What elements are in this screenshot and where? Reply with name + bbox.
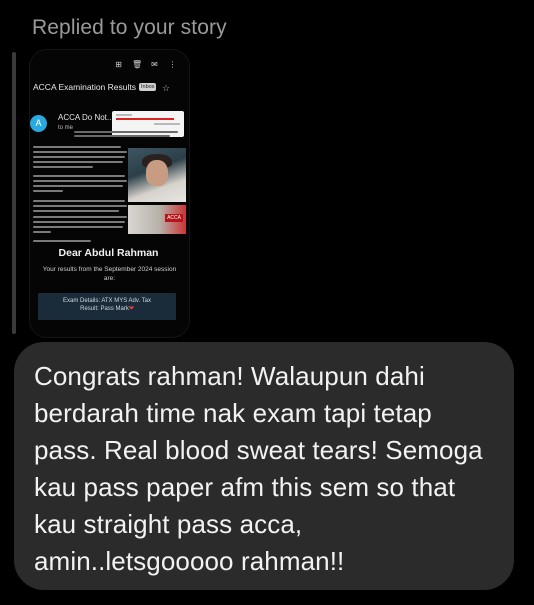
exam-details: Exam Details: ATX MYS Adv. Tax Result: P…: [38, 297, 176, 313]
star-icon: ☆: [162, 83, 171, 93]
acca-badge: ACCA: [165, 214, 183, 222]
email-body-paragraph: [33, 146, 129, 171]
results-intro-text: Your results from the September 2024 ses…: [42, 266, 177, 282]
email-body-paragraph: [33, 200, 129, 215]
result-line: Result: Pass Mark: [80, 306, 129, 312]
notification-preview: [112, 111, 184, 137]
greeting-text: Dear Abdul Rahman: [58, 247, 159, 259]
heart-icon: ❤: [128, 306, 134, 312]
inbox-tag: Inbox: [139, 83, 157, 91]
sender-name: ACCA Do Not...: [58, 113, 114, 122]
message-text: Congrats rahman! Walaupun dahi berdarah …: [34, 361, 483, 576]
exam-details-line: Exam Details: ATX MYS Adv. Tax: [62, 298, 152, 304]
delete-icon: 🗑: [132, 60, 143, 69]
email-body-paragraph: [33, 216, 129, 236]
avatar: A: [30, 115, 47, 132]
email-subject: ACCA Examination Results: [33, 82, 136, 92]
certificate-photo: ACCA: [128, 205, 186, 234]
email-body-paragraph: [33, 175, 129, 195]
more-icon: ⋮: [168, 60, 177, 69]
mail-icon: ✉: [151, 60, 158, 69]
chat-screen: Replied to your story ⊞ 🗑 ✉ ⋮ ACCA Exami…: [0, 0, 534, 605]
story-reply-indicator-bar: [12, 52, 16, 334]
exam-details-box: Exam Details: ATX MYS Adv. Tax Result: P…: [38, 293, 176, 320]
email-toolbar: ⊞ 🗑 ✉ ⋮: [114, 60, 177, 69]
email-body-paragraph: [33, 240, 129, 245]
portrait-photo: [128, 148, 186, 202]
email-subject-row: ACCA Examination Results Inbox: [33, 82, 157, 92]
replied-to-story-label: Replied to your story: [32, 16, 227, 39]
message-bubble[interactable]: Congrats rahman! Walaupun dahi berdarah …: [14, 342, 514, 590]
to-label: to me: [58, 125, 74, 131]
archive-icon: ⊞: [115, 60, 122, 69]
